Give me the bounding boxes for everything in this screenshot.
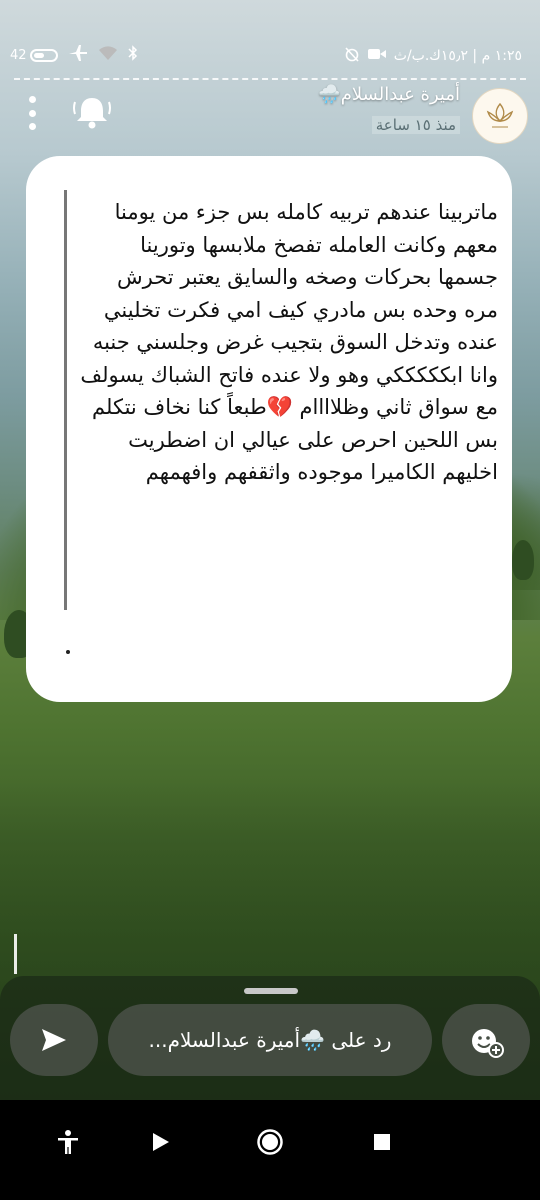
play-back-icon [153,1133,169,1151]
text-cursor-dot [66,650,70,654]
video-icon [367,47,386,65]
add-emoji-icon [472,1029,504,1058]
dot-icon [28,123,36,130]
reply-input[interactable]: رد على 🌧️أميرة عبدالسلام... [108,1004,432,1076]
square-icon [374,1134,390,1150]
lotus-logo-icon [486,102,514,128]
home-circle-icon [257,1129,283,1155]
system-navigation-bar [0,1100,540,1200]
airplane-icon [68,44,88,66]
recents-button[interactable] [364,1124,400,1160]
story-progress-bar [14,78,526,80]
send-icon [42,1029,66,1051]
no-alarm-icon [344,46,360,66]
reaction-button[interactable] [442,1004,530,1076]
accessibility-icon [58,1130,78,1154]
status-bar: ١:٢٥ م | ١٥٫٢ك.ب/ث 42 [0,38,540,76]
sender-name[interactable]: أميرة عبدالسلام🌧️ [318,84,460,105]
accessibility-button[interactable] [50,1124,86,1160]
more-options-button[interactable] [22,96,42,130]
reply-panel: رد على 🌧️أميرة عبدالسلام... [0,976,540,1100]
scroll-indicator [14,934,17,974]
dot-icon [28,109,36,117]
story-message: ماتربينا عندهم تربيه كامله بس جزء من يوم… [80,200,498,484]
send-button[interactable] [10,1004,98,1076]
mute-notifications-button[interactable] [70,92,114,132]
story-time: منذ ١٥ ساعة [371,116,460,134]
story-header: أميرة عبدالسلام🌧️ منذ ١٥ ساعة [0,82,540,152]
battery-level: 42 [10,47,27,63]
bell-icon [73,98,111,129]
battery-icon [29,48,58,62]
quote-bar [64,190,67,610]
sender-avatar[interactable] [472,88,528,144]
drag-handle[interactable] [244,988,298,994]
story-text-card: ماتربينا عندهم تربيه كامله بس جزء من يوم… [26,156,512,702]
wifi-icon [98,45,118,65]
dot-icon [28,96,36,103]
home-button[interactable] [252,1124,288,1160]
status-time: ١:٢٥ م | ١٥٫٢ك.ب/ث [393,48,522,64]
back-button[interactable] [142,1124,178,1160]
background-tree [512,540,534,580]
bluetooth-icon [128,45,138,65]
battery-indicator: 42 [10,48,58,63]
